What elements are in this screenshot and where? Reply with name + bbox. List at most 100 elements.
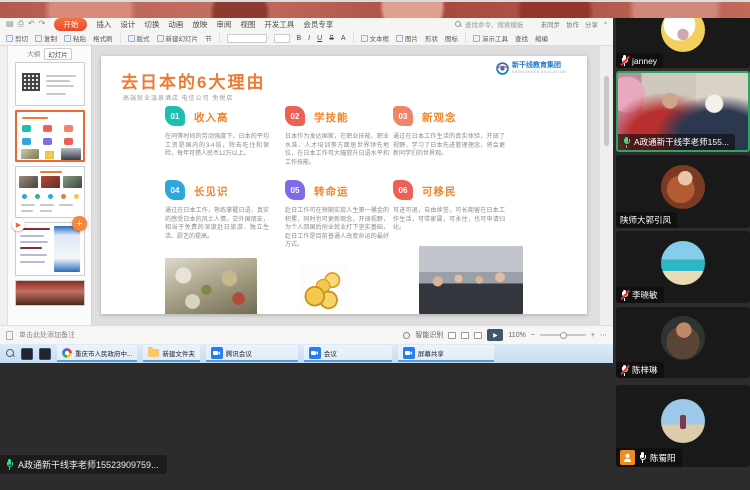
sorter-view-icon[interactable] [461, 332, 469, 339]
ai-recognize-icon [403, 332, 410, 339]
participant-name: 陈蜀阳 [650, 452, 676, 464]
participant-tile-chenshuyang[interactable]: 陈蜀阳 [616, 385, 750, 467]
ribbon-tab-slideshow[interactable]: 放映 [192, 19, 207, 30]
ribbon-tab-review[interactable]: 审阅 [216, 19, 231, 30]
number-badge: 05 [285, 180, 305, 200]
italic-button[interactable]: I [308, 35, 310, 42]
ribbon-tab-transition[interactable]: 切换 [144, 19, 159, 30]
current-slide[interactable]: 新干线教育集团 SHINKANSEN EDUCATION 去日本的6大理由 高端… [101, 56, 587, 314]
zoom-in-button[interactable]: + [591, 332, 595, 339]
item-body: 可进可退，自由续签，可长期留在日本工作生活，可带家属，可永住，也可申请归化。 [393, 207, 505, 233]
present-tools-button[interactable]: 演示工具 [473, 33, 508, 43]
zoom-knob[interactable] [560, 332, 567, 339]
mic-muted-icon [620, 290, 629, 301]
section-button[interactable]: 节 [205, 33, 212, 43]
icons-button[interactable]: 图标 [445, 33, 458, 43]
paste-button[interactable]: 粘贴 [64, 33, 86, 43]
participant-tile-presenter-video[interactable]: A政通新干线李老师155... [616, 71, 750, 152]
taskbar-meeting-window-1[interactable]: 腾讯会议 [206, 345, 298, 362]
cut-button[interactable]: 剪切 [6, 33, 28, 43]
condense-button[interactable]: 缩编 [535, 33, 548, 43]
copy-button[interactable]: 复制 [35, 33, 57, 43]
taskbar-meeting-window-3[interactable]: 屏幕共享 [398, 345, 494, 362]
copy-icon [35, 35, 42, 42]
collapse-ribbon-icon[interactable]: ^ [604, 21, 607, 28]
shape-button[interactable]: 形状 [425, 33, 438, 43]
zoom-level[interactable]: 110% [508, 332, 525, 339]
font-family-select[interactable] [227, 34, 267, 43]
new-slide-button[interactable]: 新建幻灯片 [157, 33, 199, 43]
participant-tile-chenzilin[interactable]: 陈梓琳 [616, 307, 750, 378]
ribbon-tab-start[interactable]: 开始 [54, 18, 87, 31]
ribbon-tab-view[interactable]: 视图 [240, 19, 255, 30]
notes-icon [6, 331, 13, 340]
browser-icon [62, 348, 72, 358]
ribbon-tab-insert[interactable]: 插入 [96, 19, 111, 30]
new-slide-floating-button[interactable]: + [72, 216, 87, 231]
find-button[interactable]: 查找 [515, 33, 528, 43]
food-trays-photo [165, 258, 257, 314]
taskbar-app-icon-2[interactable] [39, 348, 51, 360]
mic-on-icon [622, 137, 631, 148]
normal-view-icon[interactable] [448, 332, 456, 339]
presenter-name: A政通新干线李老师15523909759... [18, 458, 159, 471]
menu-icon[interactable]: ▤ [6, 19, 14, 29]
participant-tile-guo[interactable]: 陕师大郭引凤 [616, 155, 750, 228]
undo-icon[interactable]: ↶ [28, 19, 35, 29]
ribbon-tab-animation[interactable]: 动画 [168, 19, 183, 30]
command-search[interactable]: 查找命令、搜索模板 [455, 19, 524, 29]
number-badge: 06 [393, 180, 413, 200]
taskbar-folder-window[interactable]: 新建文件夹 [143, 345, 200, 362]
tab-outline[interactable]: 大纲 [27, 48, 40, 60]
ribbon-tab-devtools[interactable]: 开发工具 [264, 19, 294, 30]
strikethrough-button[interactable]: S [329, 35, 334, 42]
underline-button[interactable]: U [317, 35, 322, 42]
more-options-icon[interactable]: ⋯ [600, 331, 607, 339]
slide-thumb-2-current[interactable] [15, 110, 85, 162]
format-painter-button[interactable]: 格式刷 [93, 33, 113, 43]
search-icon [455, 21, 462, 28]
layout-button[interactable]: 版式 [128, 33, 150, 43]
participant-tile-li[interactable]: 李晓敏 [616, 231, 750, 303]
ribbon-tab-design[interactable]: 设计 [120, 19, 135, 30]
tab-slides[interactable]: 幻灯片 [44, 48, 72, 60]
bold-button[interactable]: B [297, 35, 302, 42]
redo-icon[interactable]: ↷ [39, 19, 46, 29]
taskbar-browser-window[interactable]: 重庆市人民政府中... [57, 345, 137, 362]
browser-window-label: 重庆市人民政府中... [75, 348, 132, 358]
font-size-select[interactable] [274, 34, 290, 43]
slide-thumb-5[interactable] [15, 280, 85, 306]
textbox-button[interactable]: 文本框 [361, 33, 390, 43]
sync-status[interactable]: 未同步 [540, 19, 560, 29]
company-logo: 新干线教育集团 SHINKANSEN EDUCATION [496, 62, 566, 75]
taskbar-meeting-window-2[interactable]: 会议 [304, 345, 392, 362]
vertical-scrollbar[interactable] [599, 46, 613, 325]
taskbar-app-icon-1[interactable] [21, 348, 33, 360]
scrollbar-thumb[interactable] [604, 76, 609, 146]
search-hint: 查找命令、搜索模板 [465, 19, 524, 29]
zoom-out-button[interactable]: − [531, 332, 535, 339]
share-button[interactable]: 分享 [585, 19, 598, 29]
font-color-button[interactable]: A [341, 35, 346, 42]
slide-thumb-4[interactable] [15, 222, 85, 276]
play-from-slide-button[interactable]: ▶ [12, 218, 25, 231]
slide-thumb-3[interactable] [15, 166, 85, 218]
logo-name: 新干线教育集团 [512, 62, 566, 70]
quick-access-toolbar[interactable]: ▤ ⎙ ↶ ↷ [6, 19, 45, 29]
reading-view-icon[interactable] [474, 332, 482, 339]
collab-button[interactable]: 协作 [566, 19, 579, 29]
taskbar-search-icon[interactable] [6, 349, 15, 358]
item-title: 学技能 [314, 110, 349, 125]
participant-name: A政通新干线李老师155... [634, 136, 729, 148]
print-icon[interactable]: ⎙ [18, 19, 24, 29]
zoom-slider[interactable] [540, 334, 586, 336]
participant-name: 李晓敏 [632, 289, 658, 301]
ribbon-tab-member[interactable]: 会员专享 [303, 19, 333, 30]
ai-recognize-label[interactable]: 智能识别 [415, 330, 443, 340]
screen-share: 首页 宣传图6.pptx + — ▢ ✕ ▤ ⎙ ↶ ↷ [0, 0, 613, 363]
image-button[interactable]: 图片 [396, 33, 418, 43]
slide-thumb-1[interactable] [15, 62, 85, 106]
notes-hint[interactable]: 单击此处添加备注 [19, 330, 75, 340]
item-title: 长见识 [194, 184, 229, 199]
slideshow-play-button[interactable]: ▶ [487, 329, 503, 341]
